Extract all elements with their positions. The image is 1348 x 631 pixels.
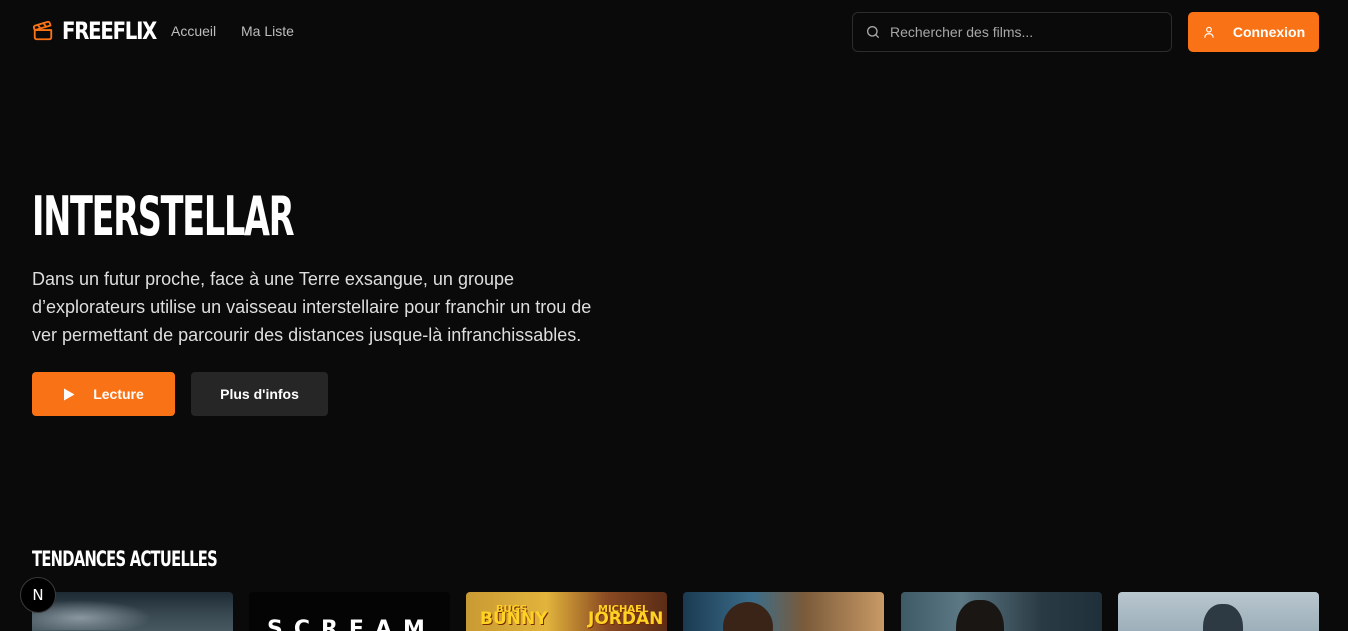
- play-label: Lecture: [93, 386, 144, 402]
- movie-poster[interactable]: [683, 592, 884, 631]
- play-button[interactable]: Lecture: [32, 372, 175, 416]
- dev-tools-badge[interactable]: N: [20, 577, 56, 613]
- nav-link-accueil[interactable]: Accueil: [171, 23, 216, 40]
- movie-poster[interactable]: [1118, 592, 1319, 631]
- nav-link-ma-liste[interactable]: Ma Liste: [241, 23, 294, 40]
- clapperboard-icon: [32, 20, 53, 41]
- login-button[interactable]: Connexion: [1188, 12, 1319, 52]
- search-icon: [867, 26, 879, 38]
- poster-title: BUNNY: [480, 609, 548, 629]
- section-title: TENDANCES ACTUELLES: [32, 547, 218, 571]
- movie-poster[interactable]: [32, 592, 233, 631]
- poster-title: SCREAM: [267, 617, 436, 631]
- brand-name: FREEFLIX: [62, 17, 157, 45]
- movie-poster[interactable]: [901, 592, 1102, 631]
- search-input[interactable]: [890, 24, 1160, 40]
- hero-description: Dans un futur proche, face à une Terre e…: [32, 269, 592, 345]
- dev-badge-label: N: [32, 586, 44, 604]
- movie-poster[interactable]: BUGS BUNNY MICHAEL JORDAN: [466, 592, 667, 631]
- user-icon: [1204, 26, 1214, 38]
- movie-poster[interactable]: SCREAM: [249, 592, 450, 631]
- login-label: Connexion: [1232, 24, 1306, 40]
- top-navbar: FREEFLIX Accueil Ma Liste Connexion: [0, 0, 1348, 64]
- poster-title: JORDAN: [588, 609, 664, 629]
- brand-logo[interactable]: FREEFLIX: [32, 17, 177, 45]
- more-info-button[interactable]: Plus d'infos: [191, 372, 328, 416]
- hero-title: INTERSTELLAR: [32, 185, 295, 248]
- search-box[interactable]: [852, 12, 1172, 52]
- play-icon: [64, 388, 75, 400]
- page: FREEFLIX Accueil Ma Liste Connexion INTE…: [0, 0, 1348, 631]
